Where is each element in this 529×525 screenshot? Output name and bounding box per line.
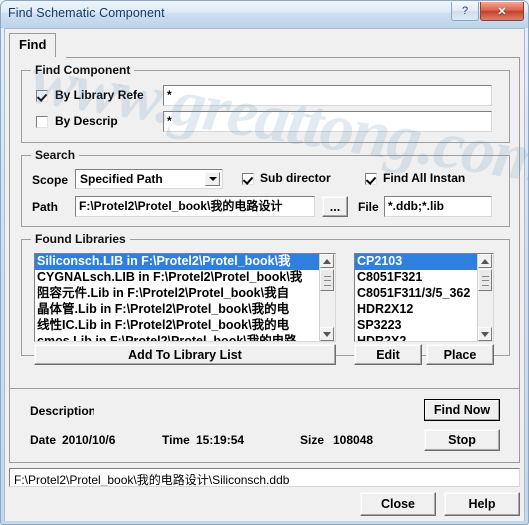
scroll-down-arrow-icon[interactable] bbox=[320, 327, 334, 341]
scroll-up-arrow-icon[interactable] bbox=[320, 254, 334, 268]
find-component-group-title: Find Component bbox=[31, 63, 135, 77]
list-item[interactable]: Siliconsch.LIB in F:\Protel2\Protel_book… bbox=[35, 254, 320, 270]
chevron-down-icon[interactable] bbox=[205, 172, 220, 186]
list-item[interactable]: HDR2X12 bbox=[355, 302, 478, 318]
window-title: Find Schematic Component bbox=[8, 6, 165, 20]
path-input[interactable]: F:\Protel2\Protel_book\我的电路设计 bbox=[75, 196, 315, 217]
found-libraries-scrollbar[interactable] bbox=[319, 254, 335, 341]
scrollbar-thumb[interactable] bbox=[478, 269, 492, 291]
stop-button[interactable]: Stop bbox=[424, 429, 500, 451]
found-libraries-group: Found Libraries Siliconsch.LIB in F:\Pro… bbox=[21, 232, 510, 365]
list-item[interactable]: C8051F321 bbox=[355, 270, 478, 286]
size-value: 108048 bbox=[333, 433, 374, 447]
close-button[interactable]: Close bbox=[360, 492, 436, 516]
footer-button-group: Close Help bbox=[0, 490, 529, 525]
by-description-checkbox[interactable] bbox=[36, 116, 48, 128]
edit-button[interactable]: Edit bbox=[354, 344, 422, 365]
file-filter-input[interactable]: *.ddb;*.lib bbox=[384, 196, 492, 217]
list-item[interactable]: C8051F311/3/5_362 bbox=[355, 286, 478, 302]
time-label: Time bbox=[162, 433, 190, 447]
list-item[interactable]: 线性IC.Lib in F:\Protel2\Protel_book\我的电 bbox=[35, 318, 320, 334]
found-components-list-items: CP2103 C8051F321 C8051F311/3/5_362 HDR2X… bbox=[355, 254, 478, 341]
by-library-ref-label: By Library Refe bbox=[55, 88, 144, 102]
caption-button-group: ? ✕ bbox=[451, 2, 524, 22]
time-value: 15:19:54 bbox=[196, 433, 245, 447]
browse-path-button[interactable]: ... bbox=[322, 196, 348, 217]
add-to-library-list-button[interactable]: Add To Library List bbox=[34, 344, 336, 365]
found-components-listbox[interactable]: CP2103 C8051F321 C8051F311/3/5_362 HDR2X… bbox=[354, 253, 494, 342]
scope-label: Scope bbox=[32, 173, 68, 187]
list-item[interactable]: CP2103 bbox=[355, 254, 478, 270]
path-label: Path bbox=[32, 200, 59, 214]
scrollbar-grip-icon bbox=[482, 276, 489, 286]
find-schematic-component-window: Find Schematic Component ? ✕ www.greatto… bbox=[0, 0, 529, 525]
place-button[interactable]: Place bbox=[426, 344, 494, 365]
list-item[interactable]: HDR2X2 bbox=[355, 334, 478, 341]
found-libraries-group-title: Found Libraries bbox=[31, 232, 130, 246]
list-item[interactable]: cmos.Lib in F:\Protel2\Protel_book\我的电路 bbox=[35, 334, 320, 341]
help-icon-button[interactable]: ? bbox=[451, 2, 479, 21]
close-icon-button[interactable]: ✕ bbox=[480, 2, 524, 21]
scroll-down-arrow-icon[interactable] bbox=[478, 327, 492, 341]
list-item[interactable]: 晶体管.Lib in F:\Protel2\Protel_book\我的电 bbox=[35, 302, 320, 318]
scrollbar-grip-icon bbox=[324, 276, 331, 286]
found-libraries-list-items: Siliconsch.LIB in F:\Protel2\Protel_book… bbox=[35, 254, 320, 341]
by-description-label: By Descrip bbox=[55, 114, 118, 128]
find-now-button[interactable]: Find Now bbox=[424, 399, 500, 421]
scope-combobox-value: Specified Path bbox=[80, 172, 163, 186]
by-description-input[interactable]: * bbox=[163, 111, 492, 132]
sub-directories-checkbox[interactable] bbox=[242, 173, 254, 185]
search-group: Search Scope Specified Path Sub director… bbox=[21, 148, 510, 227]
search-group-title: Search bbox=[31, 148, 80, 162]
tab-find[interactable]: Find bbox=[9, 33, 57, 58]
details-area: Description Date 2010/10/6 Time 15:19:54… bbox=[10, 388, 519, 462]
find-component-group: Find Component By Library Refe * By Desc… bbox=[21, 63, 510, 143]
size-label: Size bbox=[300, 433, 325, 447]
by-library-ref-input[interactable]: * bbox=[163, 85, 492, 106]
by-library-ref-checkbox[interactable] bbox=[36, 90, 48, 102]
title-bar[interactable]: Find Schematic Component ? ✕ bbox=[1, 1, 528, 28]
date-value: 2010/10/6 bbox=[62, 433, 116, 447]
found-components-scrollbar[interactable] bbox=[477, 254, 493, 341]
scroll-up-arrow-icon[interactable] bbox=[478, 254, 492, 268]
help-button[interactable]: Help bbox=[444, 492, 520, 516]
details-separator bbox=[10, 388, 519, 389]
description-label: Description bbox=[30, 404, 94, 418]
find-tab-panel: Find Component By Library Refe * By Desc… bbox=[9, 58, 520, 463]
find-all-instances-checkbox[interactable] bbox=[365, 173, 377, 185]
tab-strip: Find bbox=[9, 33, 520, 59]
list-item[interactable]: 阻容元件.Lib in F:\Protel2\Protel_book\我自 bbox=[35, 286, 320, 302]
scrollbar-thumb[interactable] bbox=[320, 269, 334, 291]
list-item[interactable]: SP3223 bbox=[355, 318, 478, 334]
status-bar-path: F:\Protel2\Protel_book\我的电路设计\Siliconsch… bbox=[9, 468, 520, 487]
find-all-instances-label: Find All Instan bbox=[383, 171, 466, 185]
scope-combobox[interactable]: Specified Path bbox=[75, 169, 223, 189]
file-label: File bbox=[358, 200, 379, 214]
date-label: Date bbox=[30, 433, 57, 447]
sub-directories-label: Sub director bbox=[260, 171, 331, 185]
list-item[interactable]: CYGNALsch.LIB in F:\Protel2\Protel_book\… bbox=[35, 270, 320, 286]
found-libraries-listbox[interactable]: Siliconsch.LIB in F:\Protel2\Protel_book… bbox=[34, 253, 336, 342]
